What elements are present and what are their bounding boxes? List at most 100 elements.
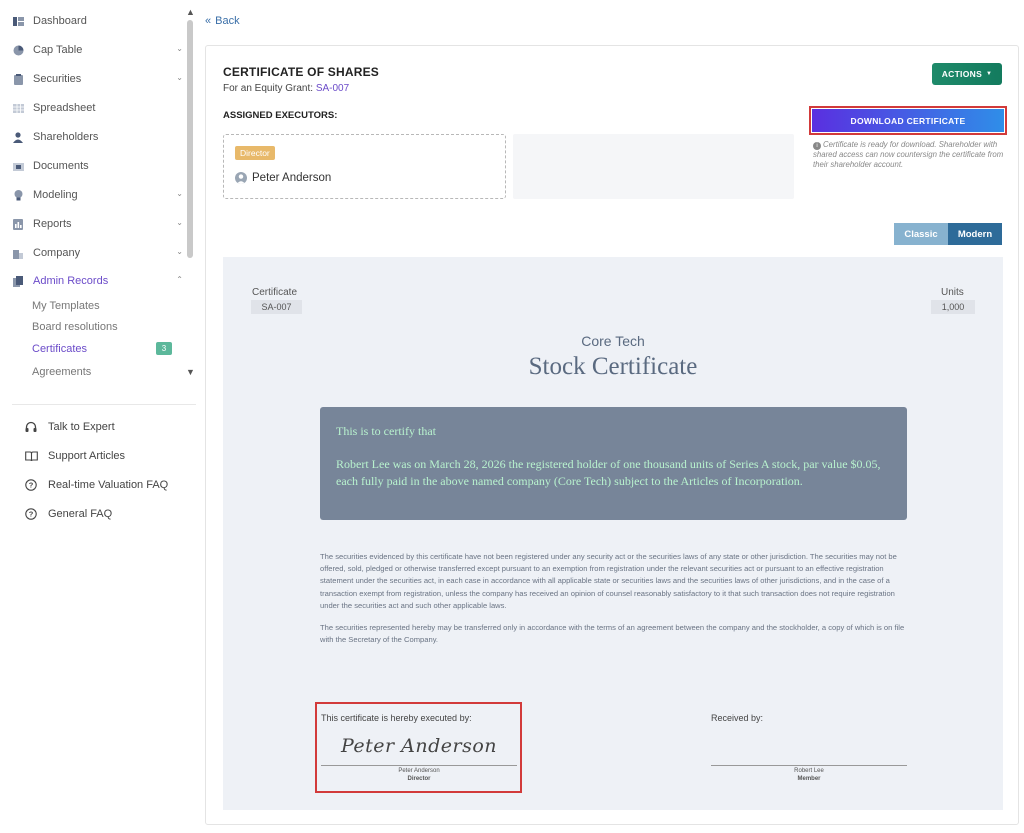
page-title: CERTIFICATE OF SHARES	[223, 65, 379, 79]
sidebar-divider	[12, 404, 196, 405]
sidebar-sub-label: Agreements	[32, 366, 92, 378]
sidebar-item-cap-table[interactable]: Cap Table ⌄	[12, 39, 187, 61]
executed-label: This certificate is hereby executed by:	[321, 713, 472, 723]
records-icon	[12, 275, 24, 287]
grant-line: For an Equity Grant: SA-007	[223, 83, 349, 94]
sidebar-item-admin-records[interactable]: Admin Records ⌃	[12, 270, 187, 292]
help-general-faq[interactable]: ? General FAQ	[24, 504, 112, 524]
building-icon	[12, 247, 24, 259]
executors-title: ASSIGNED EXECUTORS:	[223, 110, 338, 121]
sidebar-item-label: Modeling	[33, 189, 78, 201]
certificate-number-label: Certificate	[252, 287, 298, 298]
chevron-up-icon: ⌃	[176, 275, 183, 284]
sidebar-sub-certificates[interactable]: Certificates 3	[32, 340, 172, 358]
sidebar-item-label: Securities	[33, 73, 82, 85]
sidebar-item-label: Shareholders	[33, 131, 99, 143]
chevron-down-icon: ⌄	[176, 73, 183, 82]
certify-body: Robert Lee was on March 28, 2026 the reg…	[336, 457, 881, 488]
sidebar: Dashboard Cap Table ⌄ Securities ⌄ Sprea…	[0, 0, 200, 833]
question-icon: ?	[24, 478, 38, 492]
chevron-down-icon: ⌄	[176, 247, 183, 256]
sidebar-item-company[interactable]: Company ⌄	[12, 242, 187, 264]
help-label: Talk to Expert	[48, 421, 115, 433]
grid-icon	[12, 102, 24, 114]
sidebar-item-label: Company	[33, 247, 81, 259]
received-label: Received by:	[711, 713, 764, 723]
sidebar-item-label: Documents	[33, 160, 89, 172]
help-label: Support Articles	[48, 450, 126, 462]
sidebar-item-label: Reports	[33, 218, 72, 230]
certificate-heading: Stock Certificate	[528, 353, 698, 380]
avatar	[235, 172, 247, 184]
headset-icon	[24, 420, 38, 434]
scroll-up-icon[interactable]: ▲	[186, 8, 195, 17]
download-certificate-button[interactable]: DOWNLOAD CERTIFICATE	[812, 109, 1004, 132]
caret-down-icon: ▼	[986, 71, 993, 77]
download-note: i Certificate is ready for download. Shar…	[813, 140, 1005, 170]
sidebar-item-dashboard[interactable]: Dashboard	[12, 10, 187, 32]
chevron-down-icon: ⌄	[176, 44, 183, 53]
download-note-text: Certificate is ready for download. Share…	[813, 140, 1004, 169]
sidebar-nav: Dashboard Cap Table ⌄ Securities ⌄ Sprea…	[0, 0, 197, 385]
dashboard-icon	[12, 15, 24, 27]
sidebar-item-reports[interactable]: Reports ⌄	[12, 213, 187, 235]
legal-text: The securities evidenced by this certifi…	[320, 551, 905, 646]
received-line	[711, 765, 907, 766]
actions-button[interactable]: ACTIONS ▼	[932, 63, 1002, 85]
pie-chart-icon	[12, 44, 24, 56]
back-label: Back	[215, 15, 240, 27]
question-icon: ?	[24, 507, 38, 521]
executor-person: Peter Anderson	[235, 172, 331, 184]
sidebar-item-label: Cap Table	[33, 44, 83, 56]
info-icon: i	[813, 142, 821, 150]
executor-slot-empty[interactable]	[513, 134, 794, 199]
chevron-down-icon: ⌄	[176, 189, 183, 198]
legal-paragraph: The securities evidenced by this certifi…	[320, 552, 897, 610]
help-talk-to-expert[interactable]: Talk to Expert	[24, 417, 115, 437]
signature: Peter Anderson	[340, 735, 498, 757]
user-icon	[12, 131, 24, 143]
certificate-preview: Certificate SA-007 Units 1,000 Core Tech…	[223, 257, 1003, 810]
scroll-thumb[interactable]	[187, 20, 193, 258]
toggle-modern[interactable]: Modern	[948, 223, 1002, 245]
sidebar-item-label: Admin Records	[33, 275, 109, 287]
actions-label: ACTIONS	[941, 69, 983, 79]
template-toggle: Classic Modern	[894, 223, 1002, 245]
help-label: Real-time Valuation FAQ	[48, 479, 169, 491]
executor-name: Peter Anderson	[252, 172, 332, 184]
scroll-down-icon[interactable]: ▼	[186, 368, 195, 377]
sidebar-item-spreadsheet[interactable]: Spreadsheet	[12, 97, 187, 119]
help-support-articles[interactable]: Support Articles	[24, 446, 125, 466]
receiver-role: Member	[797, 776, 821, 782]
sidebar-item-documents[interactable]: Documents	[12, 155, 187, 177]
report-icon	[12, 218, 24, 230]
company-name: Core Tech	[581, 333, 645, 349]
help-valuation-faq[interactable]: ? Real-time Valuation FAQ	[24, 475, 168, 495]
sidebar-sub-board-resolutions[interactable]: Board resolutions	[32, 318, 172, 336]
grant-prefix: For an Equity Grant:	[223, 83, 314, 94]
sidebar-sub-label: Board resolutions	[32, 321, 118, 333]
folder-icon	[12, 160, 24, 172]
units-label: Units	[941, 287, 964, 298]
sidebar-item-shareholders[interactable]: Shareholders	[12, 126, 187, 148]
double-chevron-left-icon: «	[205, 15, 212, 27]
certificate-number: SA-007	[251, 300, 302, 314]
sidebar-scrollbar[interactable]: ▲ ▼	[186, 8, 195, 388]
sidebar-sub-my-templates[interactable]: My Templates	[32, 297, 172, 315]
grant-id-link[interactable]: SA-007	[316, 83, 349, 94]
toggle-classic[interactable]: Classic	[894, 223, 948, 245]
role-badge: Director	[235, 146, 275, 160]
book-icon	[24, 449, 38, 463]
svg-text:?: ?	[29, 510, 34, 519]
sidebar-item-securities[interactable]: Securities ⌄	[12, 68, 187, 90]
signature-line	[321, 765, 517, 766]
sidebar-sub-agreements[interactable]: Agreements	[32, 363, 172, 381]
chevron-down-icon: ⌄	[176, 218, 183, 227]
clipboard-icon	[12, 73, 24, 85]
certify-box: This is to certify that Robert Lee was o…	[320, 407, 907, 520]
signer-role: Director	[407, 776, 431, 782]
executor-slot[interactable]: Director Peter Anderson	[223, 134, 506, 199]
back-link[interactable]: « Back	[205, 15, 240, 27]
receiver-name: Robert Lee	[794, 768, 824, 774]
sidebar-item-modeling[interactable]: Modeling ⌄	[12, 184, 187, 206]
